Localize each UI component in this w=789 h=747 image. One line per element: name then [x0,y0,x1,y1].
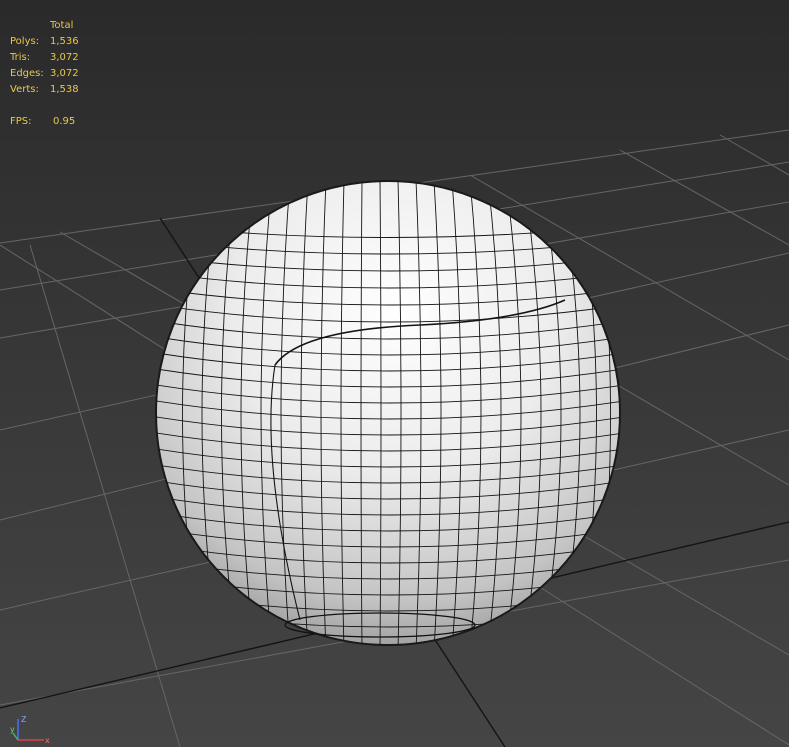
stats-spacer [10,98,79,114]
sphere-object[interactable] [150,180,630,650]
perspective-scene[interactable] [0,0,789,747]
3d-viewport[interactable]: Total Polys: 1,536 Tris: 3,072 Edges: 3,072… [0,0,789,747]
fps-value: 0.95 [53,116,76,127]
viewport-statistics: Total Polys: 1,536 Tris: 3,072 Edges: 3,072… [10,18,79,130]
stats-row-edges: Edges: 3,072 [10,66,79,82]
y-axis-label: y [10,725,15,734]
stats-value: 3,072 [50,52,79,63]
stats-row-verts: Verts: 1,538 [10,82,79,98]
stats-label: Edges: [10,68,44,79]
stats-value: 1,536 [50,36,79,47]
stats-value: 1,538 [50,84,79,95]
stats-row-fps: FPS: 0.95 [10,114,79,130]
stats-label: Polys: [10,36,40,47]
axis-tripod-icon: Z y x [10,715,50,745]
stats-label: Verts: [10,84,39,95]
stats-row-tris: Tris: 3,072 [10,50,79,66]
x-axis-label: x [45,736,50,745]
fps-label: FPS: [10,116,32,127]
stats-header: Total [50,20,74,31]
stats-label: Tris: [10,52,31,63]
stats-row-polys: Polys: 1,536 [10,34,79,50]
z-axis-label: Z [21,715,27,724]
stats-value: 3,072 [50,68,79,79]
